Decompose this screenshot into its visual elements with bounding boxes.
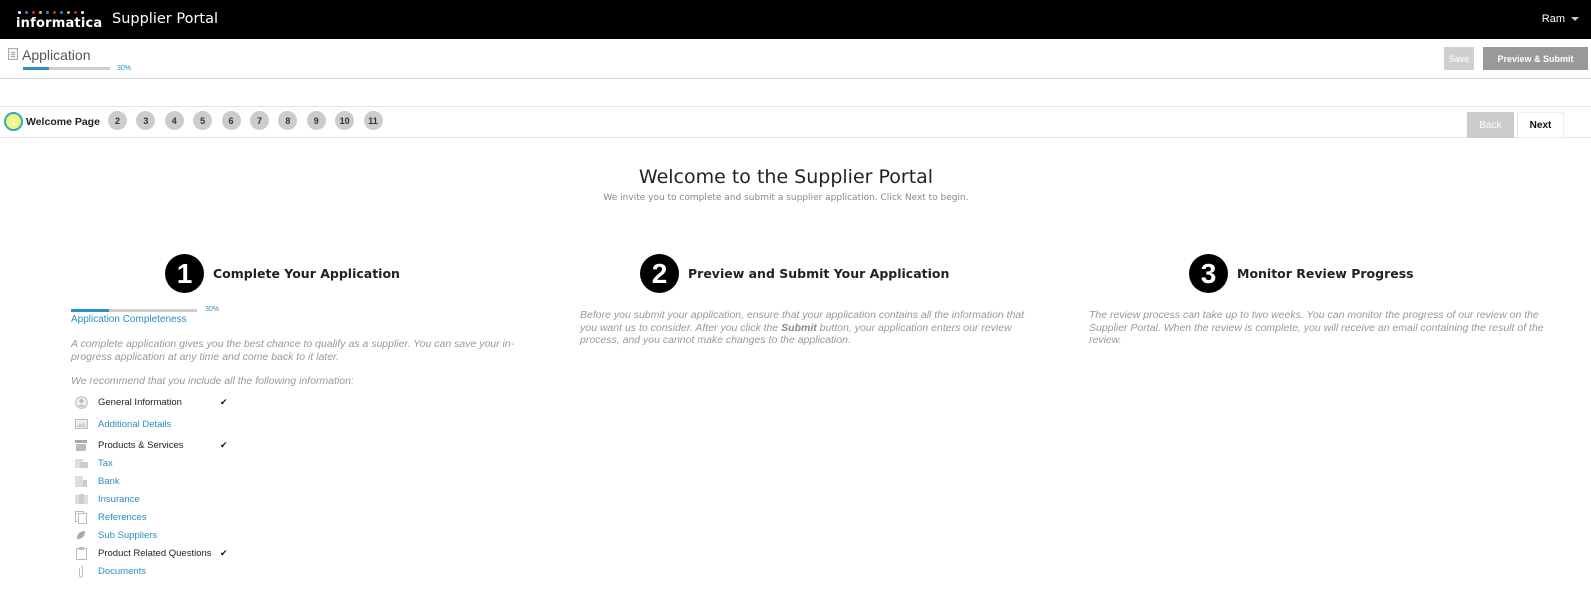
checklist-label: General Information: [98, 396, 182, 408]
checklist-label: Insurance: [98, 493, 140, 505]
progress-fill: [71, 309, 109, 312]
checklist-label: Tax: [98, 457, 113, 469]
step-4[interactable]: 4: [164, 111, 184, 130]
step-9[interactable]: 9: [306, 111, 326, 130]
section-title: Preview and Submit Your Application: [688, 266, 950, 281]
logo-dot: [67, 11, 70, 14]
checklist-item-general-information[interactable]: General Information ✔: [74, 395, 244, 409]
step-number-badge: 3: [1189, 254, 1228, 293]
checklist-label: Sub Suppliers: [98, 529, 158, 541]
section-2-header: 2 Preview and Submit Your Application: [640, 254, 949, 293]
clipboard-icon: [74, 546, 88, 560]
save-button[interactable]: Save: [1444, 47, 1474, 70]
briefcase-icon: [74, 493, 88, 505]
checklist-label: References: [98, 511, 147, 523]
application-completeness-link[interactable]: Application Completeness: [71, 314, 187, 325]
next-button[interactable]: Next: [1517, 112, 1564, 138]
user-menu[interactable]: Ram: [1542, 13, 1579, 25]
image-icon: [74, 418, 88, 430]
welcome-subtitle: We invite you to complete and submit a s…: [603, 193, 969, 203]
page-title: Application: [22, 47, 91, 63]
checklist-item-products-services[interactable]: Products & Services ✔: [74, 439, 244, 451]
bank-building-icon: [74, 475, 88, 487]
user-circle-icon: [74, 395, 88, 409]
logo-dot: [25, 11, 28, 14]
informatica-logo: informatica: [16, 9, 102, 33]
step-list: 2 3 4 5 6 7 8 9 10 11: [108, 111, 383, 130]
checklist-item-tax[interactable]: Tax: [74, 457, 244, 469]
checklist-label: Documents: [98, 565, 147, 577]
chevron-down-icon: [1571, 17, 1579, 21]
app-title: Supplier Portal: [112, 11, 219, 27]
step-11[interactable]: 11: [363, 111, 383, 130]
checklist-label: Additional Details: [98, 418, 172, 430]
checklist-item-references[interactable]: References: [74, 510, 244, 524]
section-3-header: 3 Monitor Review Progress: [1189, 254, 1414, 293]
logo-dot: [39, 11, 42, 14]
step-7[interactable]: 7: [249, 111, 269, 130]
step-6[interactable]: 6: [221, 111, 241, 130]
section-title: Monitor Review Progress: [1237, 266, 1414, 281]
checklist-item-documents[interactable]: Documents: [74, 565, 244, 578]
step-number-badge: 1: [165, 254, 204, 293]
logo-dot: [74, 11, 77, 14]
step-1-active[interactable]: 1: [4, 112, 23, 131]
progress-percent-label: 30%: [117, 65, 132, 72]
leaf-icon: [74, 529, 88, 541]
step-active-label: Welcome Page: [26, 116, 100, 128]
user-name: Ram: [1541, 13, 1565, 25]
progress-fill: [23, 67, 50, 70]
back-button[interactable]: Back: [1467, 112, 1514, 138]
step-3[interactable]: 3: [136, 111, 156, 130]
archive-box-icon: [74, 439, 88, 451]
copy-documents-icon: [74, 510, 88, 524]
preview-submit-button[interactable]: Preview & Submit: [1483, 47, 1588, 70]
tax-icon: [74, 457, 88, 469]
recommend-text: We recommend that you include all the fo…: [71, 375, 354, 387]
section-1-text: A complete application gives you the bes…: [71, 338, 515, 363]
checklist-label: Product Related Questions: [98, 547, 212, 559]
step-number-badge: 2: [640, 254, 679, 293]
logo-dot: [53, 11, 56, 14]
checklist-item-additional-details[interactable]: Additional Details: [74, 418, 244, 430]
logo-dot: [32, 11, 35, 14]
application-completeness-bar: [71, 309, 197, 312]
section-3-text: The review process can take up to two we…: [1089, 309, 1544, 346]
checklist-item-sub-suppliers[interactable]: Sub Suppliers: [74, 529, 244, 541]
checklist-label: Products & Services: [98, 439, 184, 451]
step-10[interactable]: 10: [335, 111, 355, 130]
step-8[interactable]: 8: [278, 111, 298, 130]
logo-dot: [81, 11, 84, 14]
section-2-text: Before you submit your application, ensu…: [580, 309, 1040, 347]
logo-text: informatica: [16, 16, 103, 31]
logo-dots: [18, 11, 84, 14]
application-progress-bar: [23, 67, 110, 70]
paperclip-icon: [74, 565, 88, 578]
application-header: Application 30%: [0, 39, 1591, 79]
logo-dot: [60, 11, 63, 14]
checkmark-icon: ✔: [220, 439, 228, 450]
logo-dot: [46, 11, 49, 14]
completeness-percent-label: 30%: [205, 306, 220, 313]
checklist-label: Bank: [98, 475, 120, 487]
checklist-item-product-related-questions[interactable]: Product Related Questions ✔: [74, 546, 244, 560]
checklist-item-bank[interactable]: Bank: [74, 475, 244, 487]
document-icon: [8, 48, 18, 60]
checkmark-icon: ✔: [220, 396, 228, 407]
top-navigation-bar: informatica Supplier Portal Ram: [0, 0, 1591, 39]
welcome-title: Welcome to the Supplier Portal: [638, 166, 934, 188]
section-title: Complete Your Application: [213, 266, 400, 281]
step-5[interactable]: 5: [193, 111, 213, 130]
logo-dot: [18, 11, 21, 14]
checkmark-icon: ✔: [220, 547, 228, 558]
step-2[interactable]: 2: [108, 111, 127, 130]
section-1-header: 1 Complete Your Application: [165, 254, 400, 293]
checklist-item-insurance[interactable]: Insurance: [74, 493, 244, 505]
wizard-steps-bar: 1 Welcome Page 2 3 4 5 6 7 8 9 10 11 Bac…: [0, 106, 1591, 138]
submit-emphasis: Submit: [781, 321, 817, 334]
